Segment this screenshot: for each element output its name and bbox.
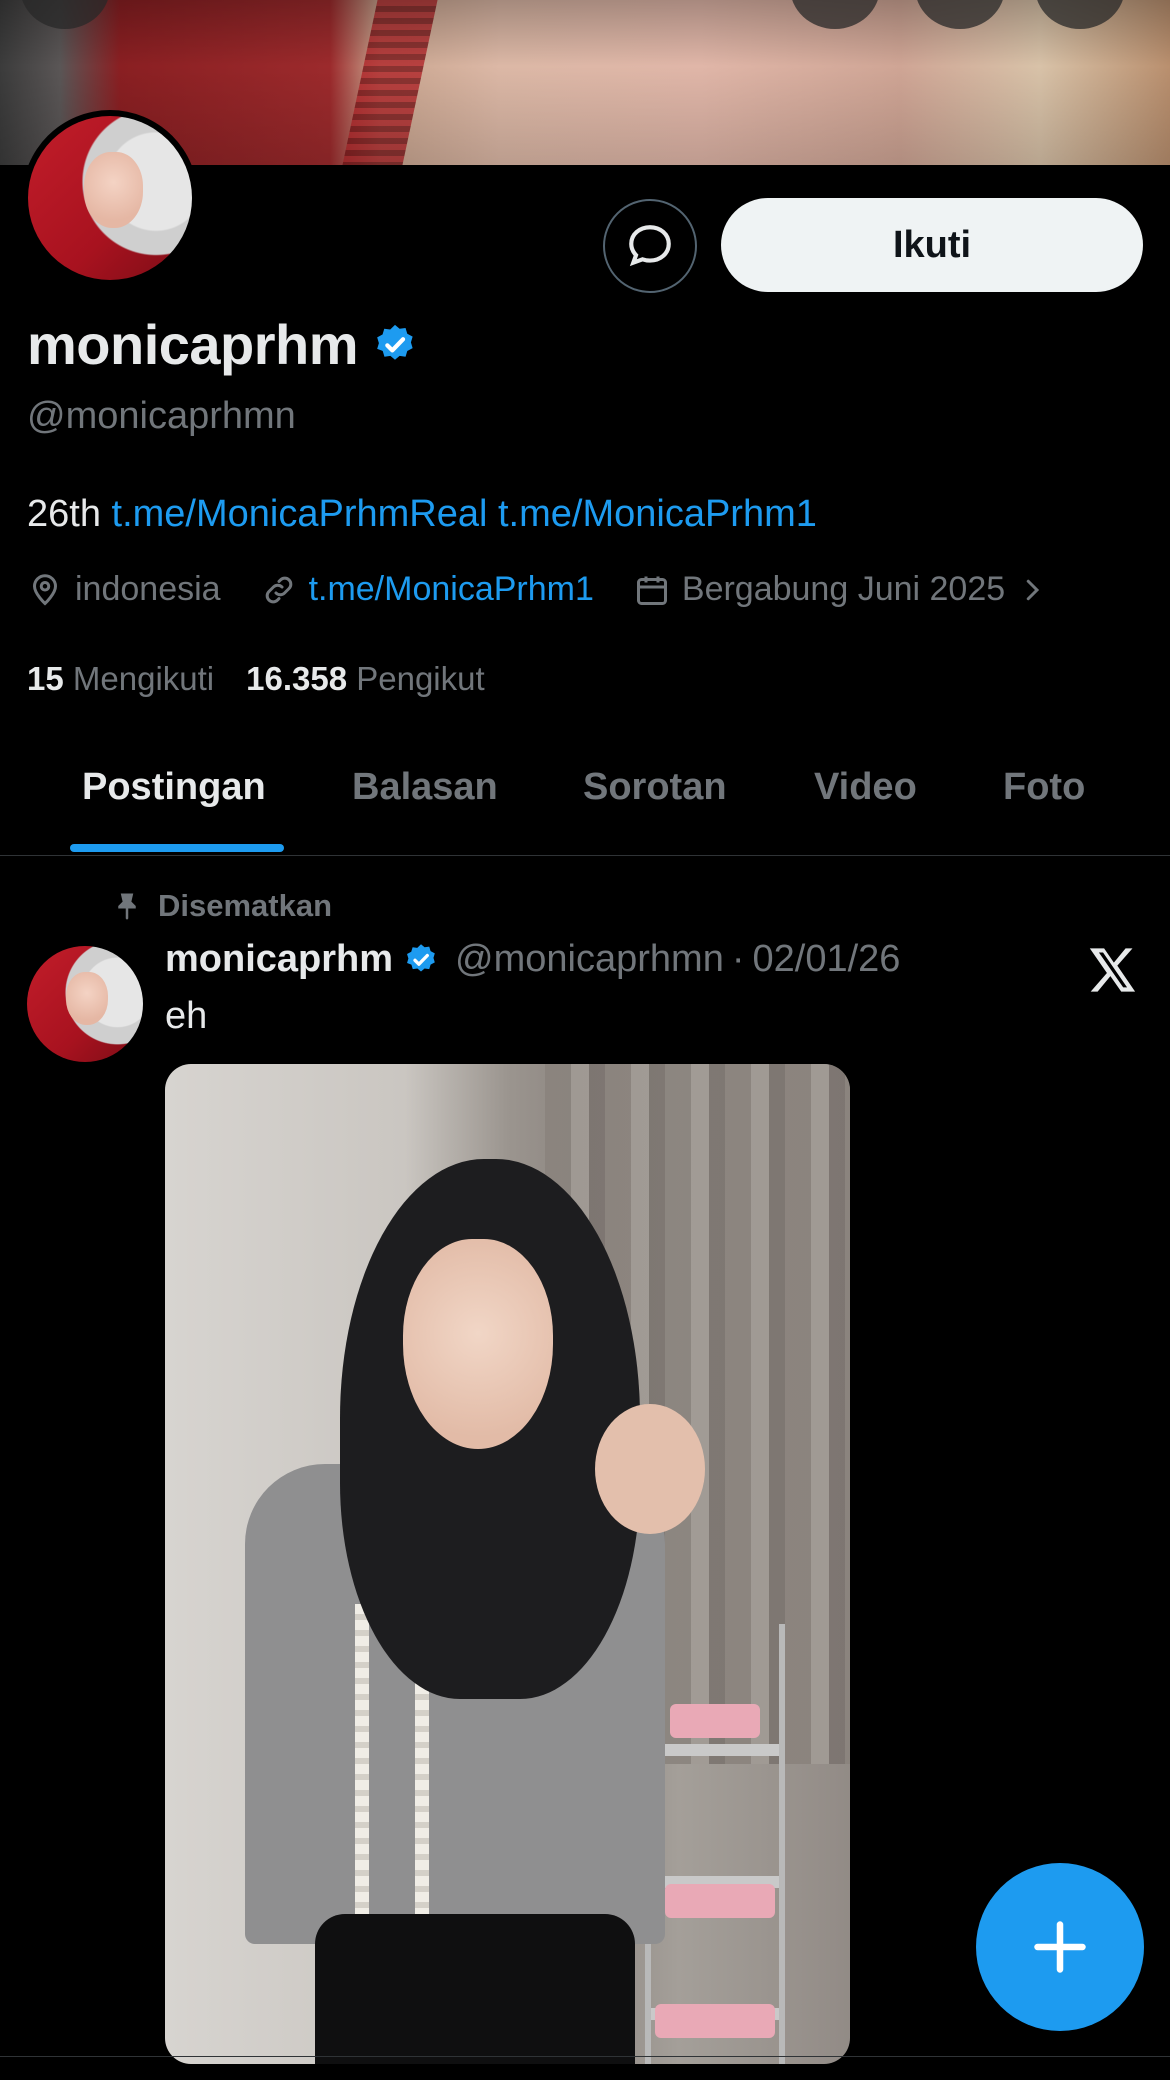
following-stat[interactable]: 15 Mengikuti — [27, 660, 214, 698]
media-person-hand — [595, 1404, 705, 1534]
chat-bubble-icon — [629, 225, 671, 267]
media-product — [670, 1704, 760, 1738]
media-product — [655, 2004, 775, 2038]
following-label: Mengikuti — [72, 660, 215, 697]
compose-button[interactable] — [976, 1863, 1144, 2031]
verified-badge-icon — [407, 943, 435, 972]
media-person-face — [403, 1239, 553, 1449]
pin-icon — [118, 893, 136, 920]
bio-link-2[interactable]: t.me/MonicaPrhm1 — [498, 493, 817, 535]
tab-sorotan[interactable]: Sorotan — [583, 766, 727, 809]
active-tab-indicator — [70, 844, 284, 852]
following-count: 15 — [27, 660, 64, 697]
profile-avatar[interactable] — [22, 110, 198, 286]
follow-stats: 15 Mengikuti 16.358 Pengikut — [27, 660, 485, 698]
tab-video[interactable]: Video — [814, 766, 917, 809]
joined-text: Bergabung Juni 2025 — [681, 570, 1006, 608]
post-author-avatar[interactable] — [27, 946, 143, 1062]
website-item[interactable]: t.me/MonicaPrhm1 — [261, 570, 594, 609]
bio-text: 26th — [27, 493, 101, 535]
pinned-label: Disematkan — [158, 888, 333, 923]
post-separator: · — [731, 938, 745, 980]
joined-item[interactable]: Bergabung Juni 2025 — [634, 570, 1047, 609]
media-product — [665, 1884, 775, 1918]
followers-count: 16.358 — [246, 660, 348, 697]
avatar-image — [28, 116, 192, 280]
profile-tabs: Postingan Balasan Sorotan Video Foto — [0, 740, 1170, 856]
link-icon — [265, 576, 292, 603]
tab-balasan[interactable]: Balasan — [352, 766, 498, 809]
post-author-handle: @monicaprhmn — [455, 938, 724, 980]
profile-meta: indonesia t.me/MonicaPrhm1 Bergabung Jun… — [27, 570, 1087, 609]
message-button[interactable] — [603, 199, 697, 293]
post-video-thumbnail[interactable] — [165, 1064, 850, 2064]
website-link[interactable]: t.me/MonicaPrhm1 — [309, 570, 594, 609]
post-header: monicaprhm @monicaprhmn · 02/01/26 — [165, 938, 900, 981]
location-item: indonesia — [27, 570, 221, 609]
bottom-divider — [0, 2056, 1170, 2057]
media-lace — [355, 1604, 369, 1934]
location-pin-icon — [32, 573, 58, 606]
profile-name-row: monicaprhm — [27, 312, 418, 377]
calendar-icon — [636, 576, 667, 605]
post-author-name[interactable]: monicaprhm — [165, 938, 393, 981]
profile-bio: 26th t.me/MonicaPrhmReal t.me/MonicaPrhm… — [27, 493, 817, 536]
location-text: indonesia — [75, 570, 221, 608]
plus-icon — [1034, 1921, 1086, 1973]
followers-label: Pengikut — [356, 660, 485, 697]
post-avatar-image — [27, 946, 143, 1062]
tab-foto[interactable]: Foto — [1003, 766, 1085, 809]
pinned-indicator: Disematkan — [112, 888, 332, 924]
verified-badge-icon — [377, 324, 413, 360]
profile-handle: @monicaprhmn — [27, 395, 296, 437]
chevron-right-icon — [1026, 579, 1040, 600]
tab-postingan[interactable]: Postingan — [82, 766, 266, 809]
media-person-skirt — [315, 1914, 635, 2064]
display-name: monicaprhm — [27, 313, 359, 376]
follow-button[interactable]: Ikuti — [721, 198, 1143, 292]
followers-stat[interactable]: 16.358 Pengikut — [246, 660, 485, 698]
bio-link-1[interactable]: t.me/MonicaPrhmReal — [112, 493, 488, 535]
post-text: eh — [165, 995, 208, 1037]
x-logo-icon[interactable] — [1087, 944, 1139, 996]
post-date[interactable]: 02/01/26 — [753, 938, 901, 981]
media-shelf — [645, 1624, 785, 2064]
